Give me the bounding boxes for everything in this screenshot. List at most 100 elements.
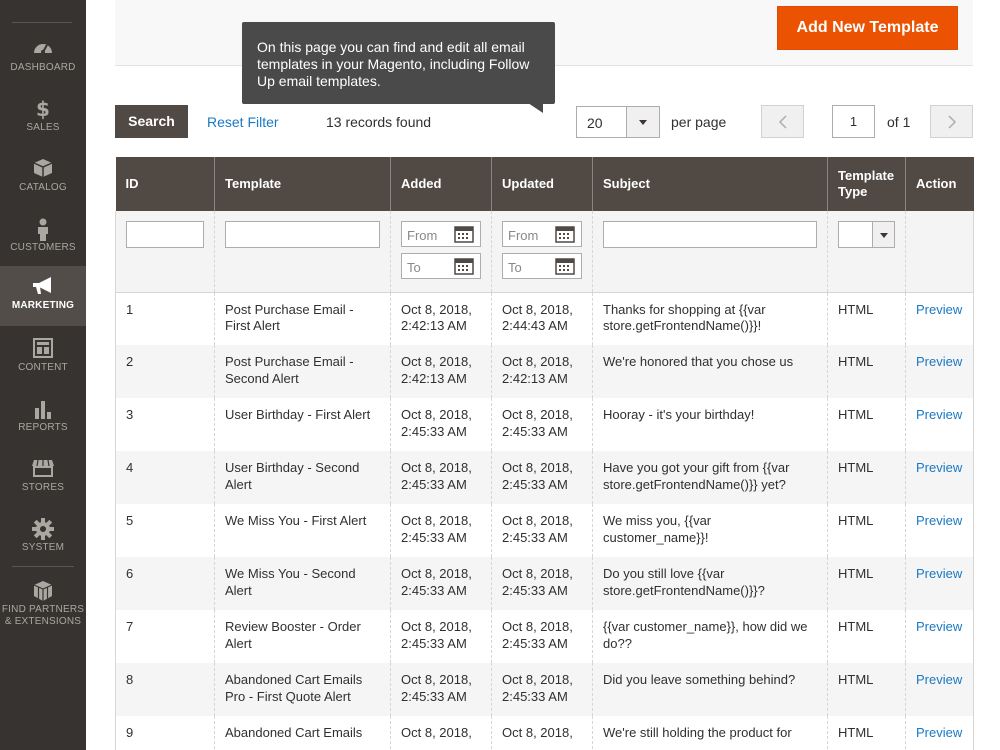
nav-stores[interactable]: Stores	[0, 448, 86, 508]
cell-template-type: HTML	[827, 451, 906, 504]
filter-updated-from[interactable]: From	[502, 221, 582, 247]
preview-link[interactable]: Preview	[916, 566, 962, 581]
calendar-icon[interactable]	[555, 225, 575, 243]
grid-body: 1 Post Purchase Email - First Alert Oct 8,…	[115, 292, 974, 750]
add-new-template-button[interactable]: Add New Template	[777, 6, 958, 50]
cell-template-text: Abandoned Cart Emails Pro - First Quote …	[225, 672, 363, 704]
filter-template-type-select[interactable]	[838, 221, 895, 248]
filter-added-to[interactable]: To	[401, 253, 481, 279]
cell-action: Preview	[905, 398, 974, 451]
nav-label: Reports	[18, 422, 68, 433]
cell-updated-text: Oct 8, 2018, 2:45:33 AM	[502, 619, 573, 651]
cell-action: Preview	[905, 292, 974, 345]
preview-link[interactable]: Preview	[916, 619, 962, 634]
preview-link[interactable]: Preview	[916, 354, 962, 369]
cell-template-type: HTML	[827, 345, 906, 398]
cell-template: Post Purchase Email - First Alert	[214, 292, 391, 345]
cell-id-text: 6	[126, 566, 134, 581]
table-row[interactable]: 2 Post Purchase Email - Second Alert Oct 8…	[115, 345, 974, 398]
table-row[interactable]: 5 We Miss You - First Alert Oct 8, 2018, 2…	[115, 504, 974, 557]
preview-link[interactable]: Preview	[916, 725, 962, 740]
filter-subject-input[interactable]	[603, 221, 817, 248]
current-page-input[interactable]: 1	[832, 105, 875, 138]
preview-link[interactable]: Preview	[916, 302, 962, 317]
cell-updated-text: Oct 8, 2018, 2:42:13 AM	[502, 354, 573, 386]
search-button[interactable]: Search	[115, 105, 188, 138]
records-found-count: 13 records found	[326, 114, 432, 130]
nav-content[interactable]: Content	[0, 328, 86, 388]
column-header-added[interactable]: Added	[390, 157, 492, 211]
cell-updated-text: Oct 8, 2018,	[502, 725, 573, 740]
filter-added-from[interactable]: From	[401, 221, 481, 247]
table-row[interactable]: 1 Post Purchase Email - First Alert Oct 8,…	[115, 292, 974, 345]
cell-subject-text: We're honored that you chose us	[603, 354, 794, 369]
per-page-dropdown-button[interactable]	[626, 107, 659, 137]
calendar-icon[interactable]	[454, 225, 474, 243]
column-header-template-type[interactable]: Template Type	[827, 157, 906, 211]
nav-catalog[interactable]: Catalog	[0, 148, 86, 208]
help-tooltip: On this page you can find and edit all e…	[242, 22, 555, 104]
per-page-select[interactable]: 20	[576, 106, 660, 138]
nav-find-partners[interactable]: Find Partners & Extensions	[0, 570, 86, 634]
column-header-subject[interactable]: Subject	[592, 157, 828, 211]
cell-updated-text: Oct 8, 2018, 2:45:33 AM	[502, 672, 573, 704]
table-row[interactable]: 8 Abandoned Cart Emails Pro - First Quote…	[115, 663, 974, 716]
cell-added-text: Oct 8, 2018, 2:42:13 AM	[401, 301, 472, 334]
cell-template: We Miss You - Second Alert	[214, 557, 391, 610]
cell-subject-text: Hooray - it's your birthday!	[603, 407, 755, 422]
cell-subject: Did you leave something behind?	[592, 663, 828, 716]
table-row[interactable]: 4 User Birthday - Second Alert Oct 8, 2018…	[115, 451, 974, 504]
date-placeholder: To	[508, 260, 522, 275]
nav-marketing[interactable]: Marketing	[0, 266, 86, 326]
cell-id: 1	[115, 292, 215, 345]
filter-updated-to[interactable]: To	[502, 253, 582, 279]
nav-label: Find Partners	[1, 604, 85, 615]
preview-link[interactable]: Preview	[916, 672, 962, 687]
nav-label-2: & Extensions	[4, 616, 82, 627]
cell-added-text: Oct 8, 2018, 2:45:33 AM	[401, 566, 472, 598]
cell-updated: Oct 8, 2018, 2:45:33 AM	[491, 557, 593, 610]
previous-page-button[interactable]	[761, 105, 804, 138]
cell-subject-text: Have you got your gift from {{var store.…	[603, 460, 790, 492]
reset-filter-link[interactable]: Reset Filter	[207, 114, 279, 130]
column-header-template[interactable]: Template	[214, 157, 391, 211]
filter-id-input[interactable]	[126, 221, 204, 248]
nav-system[interactable]: System	[0, 508, 86, 568]
next-page-button[interactable]	[930, 105, 973, 138]
cell-id: 4	[115, 451, 215, 504]
preview-link[interactable]: Preview	[916, 460, 962, 475]
per-page-value: 20	[587, 115, 603, 131]
cell-template-type-text: HTML	[838, 672, 874, 687]
cell-added-text: Oct 8, 2018, 2:45:33 AM	[401, 460, 472, 492]
column-header-id[interactable]: ID	[115, 157, 215, 211]
table-row[interactable]: 3 User Birthday - First Alert Oct 8, 2018,…	[115, 398, 974, 451]
cell-subject-text: We're still holding the product for	[603, 725, 792, 740]
preview-link[interactable]: Preview	[916, 513, 962, 528]
cell-template-type: HTML	[827, 557, 906, 610]
nav-dashboard[interactable]: Dashboard	[0, 28, 86, 88]
type-dropdown-button[interactable]	[872, 222, 894, 247]
cell-template-text: Review Booster - Order Alert	[225, 619, 361, 651]
sidebar-divider	[12, 566, 74, 567]
preview-link[interactable]: Preview	[916, 407, 962, 422]
calendar-icon[interactable]	[454, 257, 474, 275]
nav-label: Dashboard	[10, 62, 76, 73]
nav-reports[interactable]: Reports	[0, 388, 86, 448]
cell-updated: Oct 8, 2018, 2:45:33 AM	[491, 398, 593, 451]
filter-template-input[interactable]	[225, 221, 380, 248]
date-placeholder: To	[407, 260, 421, 275]
table-row[interactable]: 9 Abandoned Cart Emails Oct 8, 2018, Oct 8,…	[115, 716, 974, 750]
table-row[interactable]: 6 We Miss You - Second Alert Oct 8, 2018, …	[115, 557, 974, 610]
nav-customers[interactable]: Customers	[0, 208, 86, 268]
cell-added: Oct 8, 2018, 2:42:13 AM	[390, 292, 492, 345]
nav-label: Catalog	[19, 182, 67, 193]
cell-updated: Oct 8, 2018,	[491, 716, 593, 750]
column-header-updated[interactable]: Updated	[491, 157, 593, 211]
cell-action: Preview	[905, 451, 974, 504]
cell-subject-text: Thanks for shopping at {{var store.getFr…	[603, 301, 766, 334]
per-page-label: per page	[671, 114, 727, 130]
table-row[interactable]: 7 Review Booster - Order Alert Oct 8, 2018…	[115, 610, 974, 663]
nav-sales[interactable]: $ Sales	[0, 88, 86, 148]
calendar-icon[interactable]	[555, 257, 575, 275]
cell-template: Abandoned Cart Emails Pro - First Quote …	[214, 663, 391, 716]
